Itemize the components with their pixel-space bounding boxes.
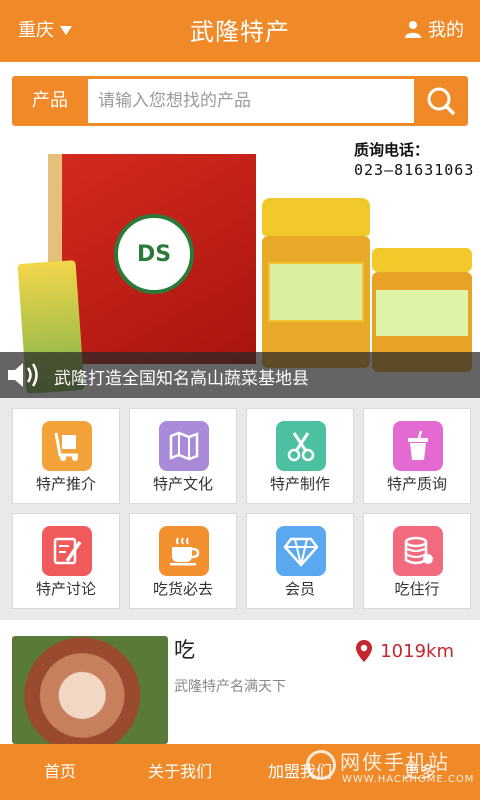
speaker-icon <box>8 363 38 387</box>
cup-icon <box>393 421 443 471</box>
grid-label: 特产文化 <box>152 475 213 493</box>
honey-jar-image <box>262 198 370 368</box>
scissors-icon <box>276 421 326 471</box>
user-icon <box>405 21 421 38</box>
grid-label: 会员 <box>284 580 315 598</box>
tab-about[interactable]: 关于我们 <box>120 744 240 800</box>
map-icon <box>159 421 209 471</box>
diamond-icon <box>276 526 326 576</box>
grid-item-chizhuxing[interactable]: 吃住行 <box>363 513 471 609</box>
category-grid: 特产推介 特产文化 特产制作 特产质询 特产讨论 吃货必去 会员 吃住行 <box>0 398 480 620</box>
item-distance: 1019km <box>356 640 454 662</box>
grid-label: 特产推介 <box>35 475 96 493</box>
brand-seal: DS <box>114 214 194 294</box>
cart-dolly-icon <box>42 421 92 471</box>
promo-banner[interactable]: DS 质询电话： 023—81631063 武隆打造全国知名高山蔬菜基地县 <box>0 140 480 398</box>
grid-label: 特产制作 <box>269 475 330 493</box>
grid-item-tuijie[interactable]: 特产推介 <box>12 408 120 504</box>
app-header: 重庆 武隆特产 我的 <box>0 0 480 62</box>
grid-item-huiyuan[interactable]: 会员 <box>246 513 354 609</box>
search-category[interactable]: 产品 <box>12 76 88 126</box>
grid-label: 特产讨论 <box>35 580 96 598</box>
list-item[interactable]: 吃 武隆特产名满天下 1019km <box>0 620 480 744</box>
grid-item-zhizuo[interactable]: 特产制作 <box>246 408 354 504</box>
search-button[interactable] <box>414 76 468 126</box>
search-input[interactable] <box>88 79 414 123</box>
tab-more[interactable]: 更多 <box>360 744 480 800</box>
contact-label: 质询电话： <box>354 141 430 159</box>
tab-join[interactable]: 加盟我们 <box>240 744 360 800</box>
search-section: 产品 <box>0 62 480 140</box>
grid-label: 吃住行 <box>394 580 440 598</box>
contact-phone: 023—81631063 <box>354 161 475 179</box>
search-icon <box>427 87 455 115</box>
food-thumbnail <box>12 636 168 744</box>
grid-label: 特产质询 <box>386 475 447 493</box>
banner-caption-bar: 武隆打造全国知名高山蔬菜基地县 <box>0 352 480 398</box>
grid-item-chihuo[interactable]: 吃货必去 <box>129 513 237 609</box>
grid-item-taolun[interactable]: 特产讨论 <box>12 513 120 609</box>
grid-item-wenhua[interactable]: 特产文化 <box>129 408 237 504</box>
search-bar: 产品 <box>12 76 468 126</box>
user-button[interactable]: 我的 <box>404 16 464 42</box>
location-pin-icon <box>356 640 373 662</box>
contact-info: 质询电话： 023—81631063 <box>354 140 480 180</box>
item-description: 武隆特产名满天下 <box>174 679 286 695</box>
grid-item-zhixun[interactable]: 特产质询 <box>363 408 471 504</box>
grid-label: 吃货必去 <box>152 580 213 598</box>
distance-value: 1019km <box>380 640 454 662</box>
bottom-nav: 首页 关于我们 加盟我们 更多 <box>0 744 480 800</box>
tab-home[interactable]: 首页 <box>0 744 120 800</box>
database-icon <box>393 526 443 576</box>
item-name: 吃 <box>174 638 195 662</box>
banner-caption: 武隆打造全国知名高山蔬菜基地县 <box>54 369 309 389</box>
coffee-cup-icon <box>159 526 209 576</box>
note-pen-icon <box>42 526 92 576</box>
user-label: 我的 <box>428 20 464 41</box>
